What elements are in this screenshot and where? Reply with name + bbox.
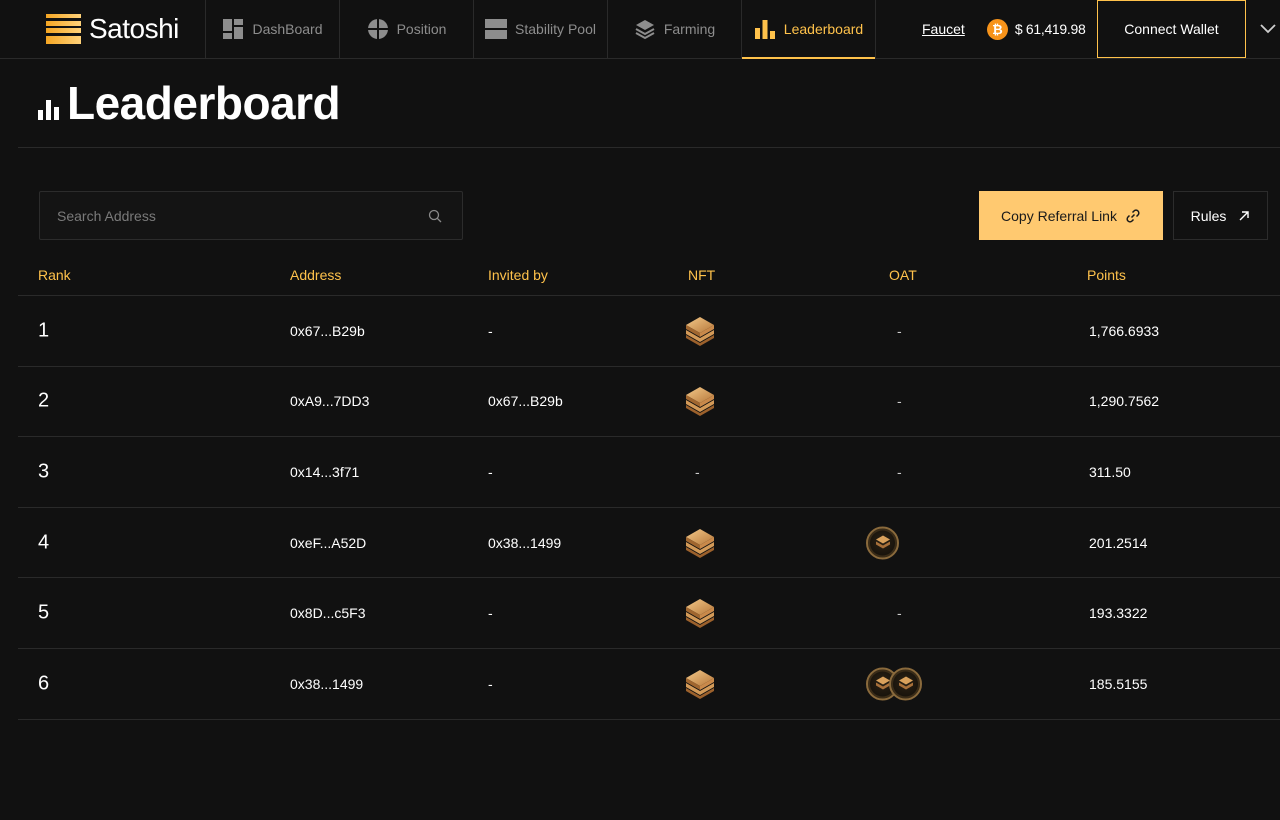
app-name: Satoshi: [89, 13, 179, 44]
header-rank: Rank: [38, 267, 71, 283]
position-icon: [367, 19, 388, 39]
table-row: 2 0xA9...7DD3 0x67...B29b - 1,290.7562: [18, 367, 1280, 438]
address-cell[interactable]: 0xeF...A52D: [290, 535, 366, 551]
farming-icon: [635, 20, 655, 40]
table-row: 5 0x8D...c5F3 - - 193.3322: [18, 578, 1280, 649]
search-input[interactable]: [40, 192, 428, 239]
faucet-link[interactable]: Faucet: [922, 21, 965, 37]
leaderboard-icon: [754, 20, 775, 39]
oat-value: -: [897, 605, 902, 622]
points-cell: 1,766.6933: [1089, 322, 1160, 339]
btc-price-display: ₿ $ 61,419.98: [986, 18, 1086, 40]
nft-badge-icon: [686, 316, 714, 346]
nav-right-group: Faucet ₿ $ 61,419.98: [922, 0, 1086, 58]
address-cell[interactable]: 0x8D...c5F3: [290, 605, 365, 621]
tab-dashboard[interactable]: DashBoard: [206, 0, 340, 58]
address-cell[interactable]: 0x38...1499: [290, 676, 363, 692]
nft-badge-icon: [686, 528, 714, 558]
link-icon: [1126, 208, 1140, 223]
nft-badge: [683, 314, 717, 348]
tab-leaderboard[interactable]: Leaderboard: [742, 0, 876, 59]
tab-farming-label: Farming: [663, 21, 716, 37]
search-icon[interactable]: [428, 209, 442, 223]
logo[interactable]: Satoshi: [0, 0, 206, 58]
rank-cell: 5: [38, 601, 50, 624]
header-invited-by: Invited by: [488, 267, 548, 283]
btc-price-value: $ 61,419.98: [1014, 21, 1086, 37]
table-row: 1 0x67...B29b - - 1,766.6933: [18, 296, 1280, 367]
address-cell[interactable]: 0xA9...7DD3: [290, 393, 369, 409]
oat-coin-icon: [889, 667, 922, 701]
invited-by-cell: -: [488, 605, 493, 622]
header-oat: OAT: [889, 267, 917, 283]
points-cell: 1,290.7562: [1089, 393, 1160, 410]
oat-value: -: [897, 393, 902, 410]
search-box: [39, 191, 463, 240]
table-header: Rank Address Invited by NFT OAT Points: [18, 254, 1280, 296]
table-body: 1 0x67...B29b - - 1,766.6933 2 0xA9...7DD3 0x6…: [18, 296, 1280, 720]
nft-badge: [683, 596, 717, 630]
leaderboard-table: Rank Address Invited by NFT OAT Points 1…: [18, 254, 1280, 748]
table-row: 3 0x14...3f71 - - - 311.50: [18, 437, 1280, 508]
copy-referral-link-label: Copy Referral Link: [1001, 207, 1117, 224]
rank-cell: 1: [38, 319, 50, 342]
connect-wallet-button[interactable]: Connect Wallet: [1097, 0, 1246, 58]
nft-badge-icon: [686, 387, 714, 417]
invited-by-cell[interactable]: 0x38...1499: [488, 535, 561, 551]
tab-stability-pool[interactable]: Stability Pool: [474, 0, 608, 58]
oat-coin-icon: [866, 526, 899, 560]
points-cell: 193.3322: [1089, 605, 1148, 622]
top-navigation: Satoshi DashBoard Position Stability Poo…: [0, 0, 1280, 59]
invited-by-cell: -: [488, 675, 493, 692]
nft-badge: [683, 667, 717, 701]
tab-leaderboard-label: Leaderboard: [783, 21, 864, 37]
nft-badge-icon: [686, 669, 714, 699]
points-cell: 311.50: [1089, 463, 1131, 480]
header-points: Points: [1087, 267, 1126, 283]
tab-position[interactable]: Position: [340, 0, 474, 58]
oat-badges: [866, 667, 922, 701]
oat-badges: [866, 526, 899, 560]
tab-dashboard-label: DashBoard: [252, 21, 323, 37]
table-row: 4 0xeF...A52D 0x38...1499 201.2514: [18, 508, 1280, 579]
nft-badge: [683, 526, 717, 560]
oat-value: -: [897, 322, 902, 339]
page-title: Leaderboard: [67, 77, 341, 129]
header-address: Address: [290, 267, 342, 283]
table-row: 6 0x38...1499 - 185.5155: [18, 649, 1280, 720]
rules-label: Rules: [1190, 207, 1227, 224]
tab-farming[interactable]: Farming: [608, 0, 742, 58]
points-cell: 201.2514: [1089, 534, 1148, 551]
chevron-down-icon[interactable]: [1258, 18, 1278, 38]
points-cell: 185.5155: [1089, 675, 1148, 692]
bitcoin-icon: ₿: [986, 18, 1008, 40]
invited-by-cell[interactable]: 0x67...B29b: [488, 393, 563, 409]
leaderboard-title-icon: [38, 100, 59, 120]
oat-value: -: [897, 463, 902, 480]
rank-cell: 2: [38, 389, 50, 412]
rank-cell: 3: [38, 460, 50, 483]
tab-position-label: Position: [396, 21, 447, 37]
satoshi-logo-icon: [46, 14, 81, 44]
nft-badge-icon: [686, 599, 714, 629]
invited-by-cell: -: [488, 322, 493, 339]
stability-pool-icon: [485, 19, 508, 39]
invited-by-cell: -: [488, 463, 493, 480]
page-header: Leaderboard: [18, 59, 1280, 148]
address-cell[interactable]: 0x67...B29b: [290, 323, 365, 339]
header-nft: NFT: [688, 267, 716, 283]
nft-value: -: [695, 463, 700, 480]
rank-cell: 6: [38, 672, 50, 695]
table-row-partial: —: [18, 720, 1280, 748]
arrow-up-right-icon: [1239, 210, 1250, 220]
address-cell[interactable]: 0x14...3f71: [290, 464, 359, 480]
copy-referral-link-button[interactable]: Copy Referral Link: [979, 191, 1163, 240]
nft-badge: [683, 384, 717, 418]
tab-stability-pool-label: Stability Pool: [515, 21, 596, 37]
rank-cell: 4: [38, 531, 50, 554]
rules-button[interactable]: Rules: [1173, 191, 1268, 240]
dashboard-icon: [223, 19, 244, 39]
